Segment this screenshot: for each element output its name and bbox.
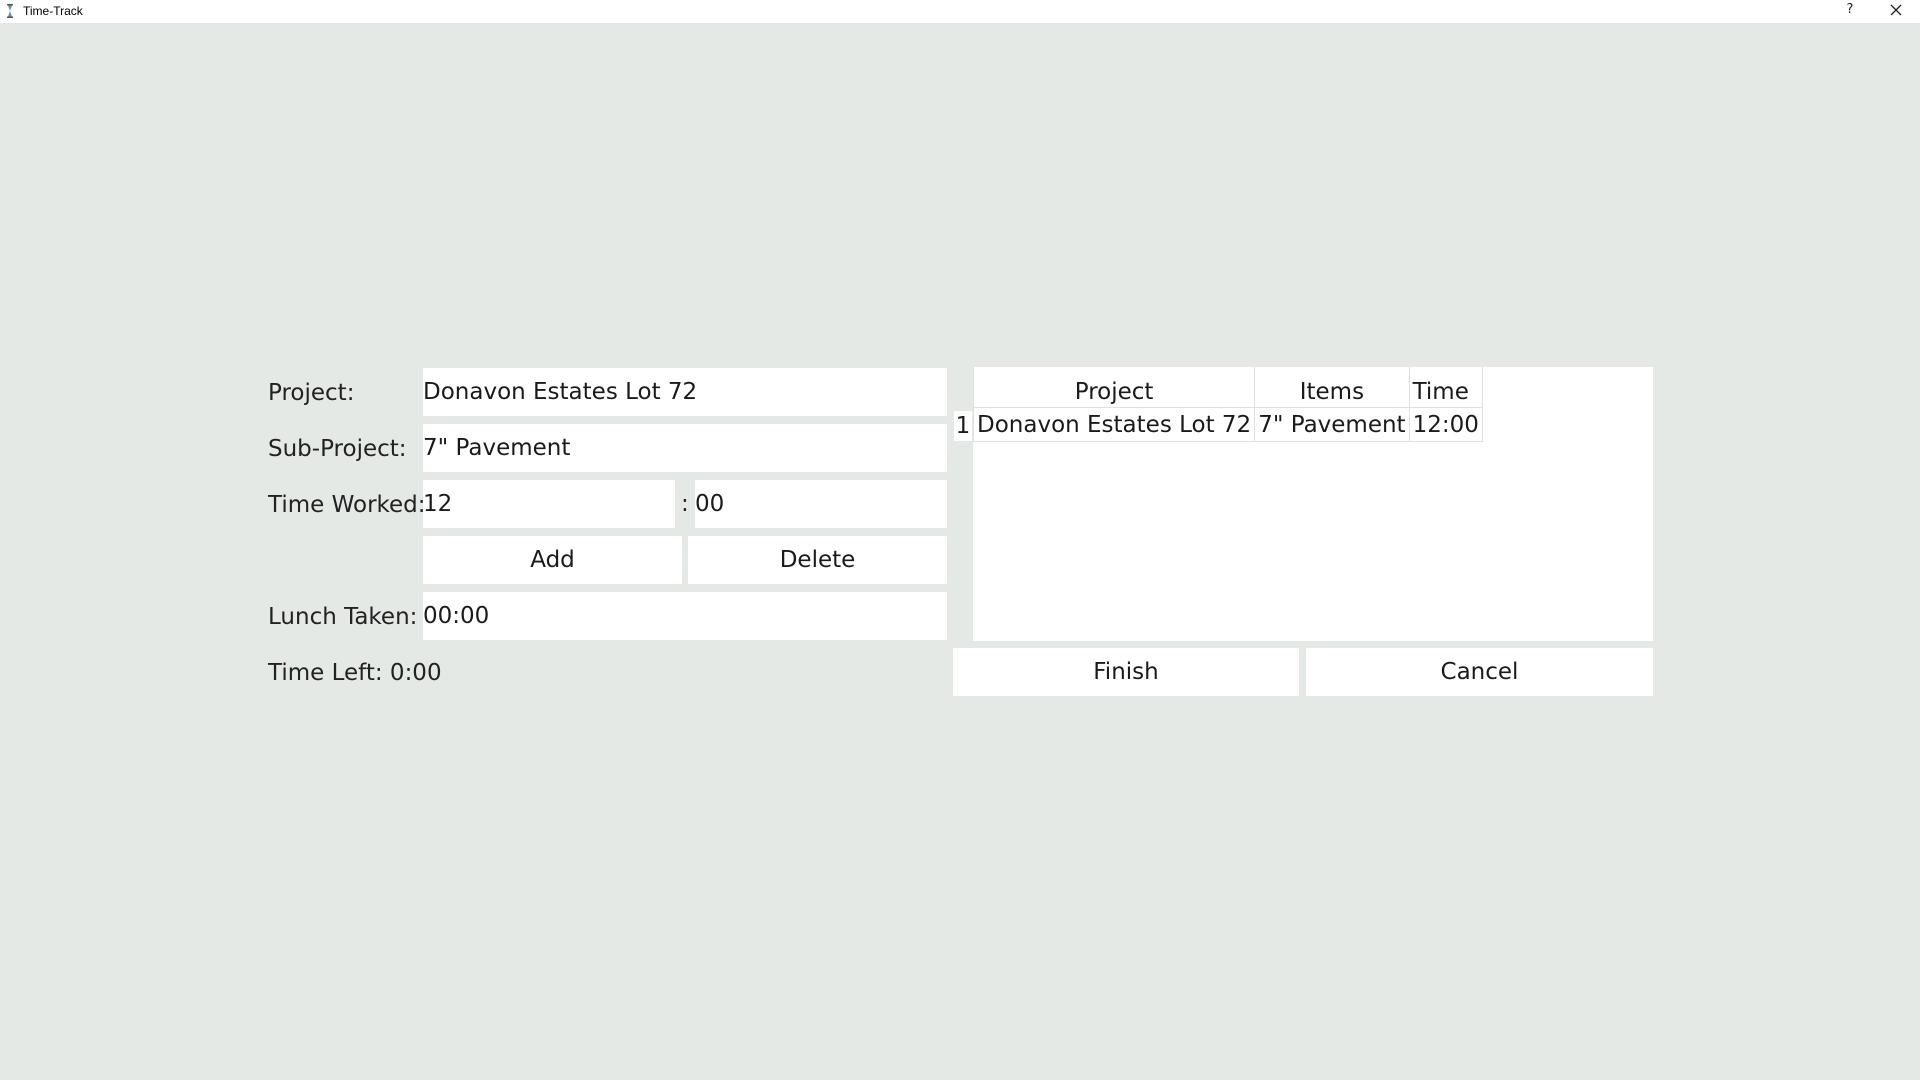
close-button[interactable] — [1882, 0, 1910, 22]
delete-button[interactable]: Delete — [688, 536, 947, 584]
time-separator: : — [681, 491, 689, 517]
add-button[interactable]: Add — [423, 536, 682, 584]
subproject-label: Sub-Project: — [268, 436, 407, 462]
entries-table[interactable]: 1 Project Items Time Donavon Estates Lot… — [953, 367, 1653, 641]
table-row[interactable]: Donavon Estates Lot 72 7" Pavement 12:00 — [972, 407, 1483, 442]
column-header-time[interactable]: Time — [1408, 367, 1483, 408]
project-field[interactable]: Donavon Estates Lot 72 — [423, 368, 947, 416]
cell-project[interactable]: Donavon Estates Lot 72 — [972, 407, 1256, 442]
lunch-taken-field[interactable]: 00:00 — [423, 592, 947, 640]
table-header-row: Project Items Time — [972, 367, 1483, 408]
hourglass-icon — [7, 4, 13, 18]
project-label: Project: — [268, 380, 355, 406]
time-worked-label: Time Worked: — [268, 492, 426, 518]
row-header-gutter — [953, 367, 973, 641]
hours-field[interactable]: 12 — [423, 480, 675, 528]
subproject-field[interactable]: 7" Pavement — [423, 424, 947, 472]
help-button[interactable]: ? — [1840, 0, 1860, 22]
cell-time[interactable]: 12:00 — [1408, 407, 1483, 442]
row-number[interactable]: 1 — [954, 411, 972, 441]
entries-grid: Project Items Time Donavon Estates Lot 7… — [972, 367, 1483, 442]
lunch-taken-label: Lunch Taken: — [268, 604, 418, 630]
window-title: Time-Track — [23, 4, 83, 18]
finish-button[interactable]: Finish — [953, 648, 1299, 696]
cancel-button[interactable]: Cancel — [1306, 648, 1653, 696]
column-header-items[interactable]: Items — [1254, 367, 1410, 408]
time-left-label: Time Left: 0:00 — [268, 660, 442, 686]
minutes-field[interactable]: 00 — [695, 480, 947, 528]
close-icon — [1890, 4, 1902, 16]
title-bar: Time-Track ? — [0, 0, 1920, 23]
column-header-project[interactable]: Project — [972, 367, 1256, 408]
cell-items[interactable]: 7" Pavement — [1254, 407, 1410, 442]
